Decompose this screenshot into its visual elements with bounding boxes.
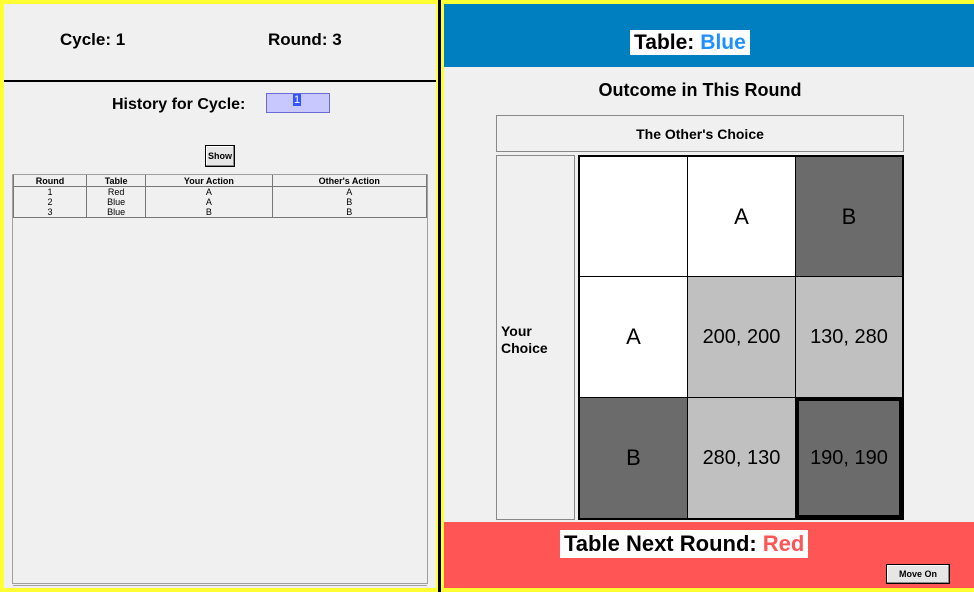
cycle-indicator: Cycle: 1 bbox=[60, 30, 126, 49]
current-table-name: Blue bbox=[700, 31, 746, 54]
history-table-container[interactable]: Round Table Your Action Other's Action 1… bbox=[12, 174, 428, 586]
cell-table: Red bbox=[86, 186, 147, 197]
col-header-a: A bbox=[687, 156, 796, 277]
history-header-row: Round Table Your Action Other's Action bbox=[12, 175, 428, 187]
payoff-cell-b-a: 280, 130 bbox=[687, 397, 796, 519]
left-panel: Cycle: 1 Round: 3 History for Cycle: 1 S… bbox=[4, 4, 436, 588]
cell-others-action: A bbox=[271, 186, 428, 197]
cell-round: 2 bbox=[12, 197, 88, 207]
col-others-action-header[interactable]: Other's Action bbox=[271, 175, 428, 187]
payoff-cell-b-b-highlighted: 190, 190 bbox=[795, 397, 903, 519]
row-header-a: A bbox=[579, 276, 688, 398]
cycle-round-header: Cycle: 1 Round: 3 bbox=[4, 4, 436, 82]
cell-others-action: B bbox=[271, 207, 428, 218]
payoff-cell-a-a: 200, 200 bbox=[687, 276, 796, 398]
history-table: Round Table Your Action Other's Action 1… bbox=[12, 175, 428, 218]
row-header-b: B bbox=[579, 397, 688, 519]
history-cycle-value: 1 bbox=[293, 94, 302, 106]
current-table-prefix: Table: bbox=[634, 31, 695, 54]
cell-table: Blue bbox=[86, 207, 147, 218]
cell-round: 1 bbox=[12, 186, 88, 197]
panel-divider bbox=[438, 0, 441, 592]
next-table-label: Table Next Round: Red bbox=[560, 530, 809, 558]
table-bottom-divider bbox=[13, 585, 427, 586]
next-table-name: Red bbox=[762, 531, 805, 556]
show-button[interactable]: Show bbox=[205, 145, 235, 167]
cell-table: Blue bbox=[86, 197, 147, 207]
right-panel: Table: Blue Outcome in This Round The Oth… bbox=[444, 4, 974, 588]
cell-your-action: B bbox=[145, 207, 273, 218]
col-your-action-header[interactable]: Your Action bbox=[145, 175, 273, 187]
history-label: History for Cycle: bbox=[112, 96, 246, 113]
move-on-button[interactable]: Move On bbox=[886, 564, 950, 584]
table-row[interactable]: 2 Blue A B bbox=[12, 197, 428, 207]
history-cycle-input[interactable]: 1 bbox=[266, 93, 330, 113]
your-choice-label-line2: Choice bbox=[501, 340, 548, 356]
current-table-label: Table: Blue bbox=[630, 30, 750, 55]
your-choice-label: Your Choice bbox=[501, 323, 548, 357]
table-row[interactable]: 1 Red A A bbox=[12, 186, 428, 197]
cell-your-action: A bbox=[145, 186, 273, 197]
cell-round: 3 bbox=[12, 207, 88, 218]
your-choice-header: Your Choice bbox=[496, 155, 575, 520]
matrix-corner-cell bbox=[579, 156, 688, 277]
outcome-title: Outcome in This Round bbox=[598, 80, 802, 100]
col-round-header[interactable]: Round bbox=[12, 175, 88, 187]
cell-others-action: B bbox=[271, 197, 428, 207]
col-header-b: B bbox=[795, 156, 903, 277]
round-indicator: Round: 3 bbox=[268, 30, 342, 49]
next-table-prefix: Table Next Round: bbox=[564, 531, 757, 556]
col-table-header[interactable]: Table bbox=[86, 175, 147, 187]
payoff-cell-a-b: 130, 280 bbox=[795, 276, 903, 398]
table-row[interactable]: 3 Blue B B bbox=[12, 207, 428, 218]
cell-your-action: A bbox=[145, 197, 273, 207]
your-choice-label-line1: Your bbox=[501, 323, 532, 339]
payoff-matrix: A B A 200, 200 130, 280 B 280, 130 190, … bbox=[578, 155, 904, 520]
others-choice-header: The Other's Choice bbox=[496, 115, 904, 152]
